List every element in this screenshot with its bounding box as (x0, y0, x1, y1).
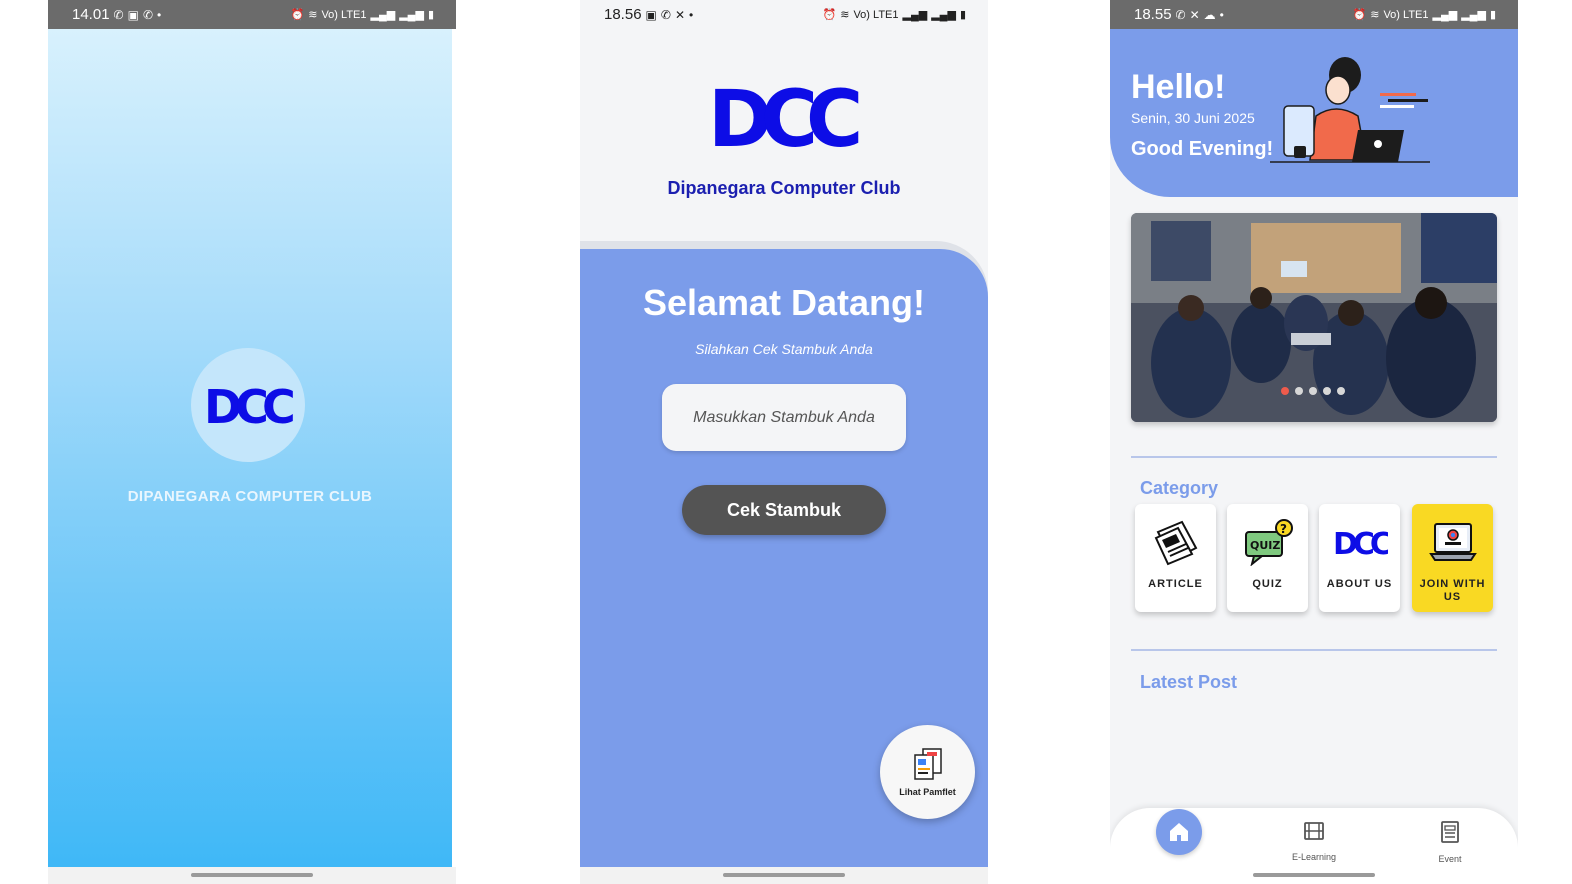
section-divider (1131, 649, 1497, 651)
pamphlet-icon (913, 748, 942, 780)
category-about-us[interactable]: DCC ABOUT US (1319, 504, 1400, 612)
category-label: JOIN WITH US (1419, 578, 1486, 603)
carousel-dot[interactable] (1323, 387, 1331, 395)
nav-home[interactable] (1156, 809, 1202, 855)
status-bar: 18.55 ✆ ✕ ☁ • ⏰ ≋ Vo) LTE1 ▂▄▆ ▂▄▆ ▮ (1110, 0, 1518, 29)
alarm-icon: ⏰ (822, 9, 837, 21)
status-bar: 18.56 ▣ ✆ ✕ • ⏰ ≋ Vo) LTE1 ▂▄▆ ▂▄▆ ▮ (580, 0, 988, 29)
status-bar: 14.01 ✆ ▣ ✆ • ⏰ ≋ Vo) LTE1 ▂▄▆ ▂▄▆ ▮ (48, 0, 456, 29)
battery-icon: ▮ (427, 9, 434, 21)
check-stambuk-button[interactable]: Cek Stambuk (682, 485, 886, 535)
dot-icon: • (689, 7, 694, 22)
category-label: ABOUT US (1326, 578, 1393, 590)
stambuk-input[interactable] (662, 384, 906, 451)
x-icon: ✕ (1189, 7, 1200, 22)
carousel-dot[interactable] (1309, 387, 1317, 395)
time-greeting: Good Evening! (1131, 138, 1274, 160)
whatsapp-icon: ✆ (1175, 7, 1186, 22)
dot-icon: • (1219, 7, 1224, 22)
home-icon (1170, 823, 1188, 841)
status-time: 18.56 (604, 6, 642, 23)
network-label: Vo) LTE1 (321, 8, 367, 21)
logo-text: DCC (708, 75, 859, 165)
photo-carousel[interactable] (1131, 213, 1497, 422)
nav-event[interactable]: Event (1410, 820, 1490, 864)
status-time: 18.55 (1134, 6, 1172, 23)
x-icon: ✕ (674, 7, 686, 22)
greeting-title: Hello! (1131, 68, 1226, 106)
signal-icon: ▂▄▆ (902, 9, 928, 21)
whatsapp-icon: ✆ (142, 7, 154, 22)
signal-icon: ▂▄▆ (399, 9, 424, 21)
welcome-subtitle: Silahkan Cek Stambuk Anda (695, 341, 873, 357)
svg-text:DCC: DCC (1333, 527, 1388, 562)
logo-badge: DCC (191, 348, 305, 462)
home-indicator[interactable] (191, 873, 313, 877)
quiz-icon: QUIZ ? (1244, 519, 1293, 566)
battery-icon: ▮ (959, 9, 966, 21)
club-name: Dipanegara Computer Club (667, 178, 901, 198)
category-title: Category (1140, 478, 1219, 498)
whatsapp-icon: ✆ (113, 7, 124, 22)
cloud-icon: ☁ (1203, 7, 1216, 22)
person-laptop-illustration (1270, 57, 1430, 163)
document-icon (1441, 821, 1459, 843)
gallery-icon: ▣ (645, 7, 657, 22)
home-indicator[interactable] (723, 873, 845, 877)
splash-screen: 14.01 ✆ ▣ ✆ • ⏰ ≋ Vo) LTE1 ▂▄▆ ▂▄▆ ▮ DCC… (48, 0, 456, 884)
status-time: 14.01 (72, 6, 110, 23)
latest-post-title: Latest Post (1140, 672, 1238, 692)
svg-text:QUIZ: QUIZ (1250, 539, 1280, 552)
nav-label: E-Learning (1291, 852, 1337, 862)
dot-icon: • (157, 7, 162, 22)
section-divider (1131, 456, 1497, 458)
dcc-logo: DCC (708, 75, 871, 165)
carousel-indicator (1281, 387, 1345, 395)
carousel-dot[interactable] (1295, 387, 1303, 395)
gallery-icon: ▣ (127, 7, 139, 22)
nav-e-learning[interactable]: E-Learning (1274, 820, 1354, 862)
view-pamphlet-button[interactable]: Lihat Pamflet (880, 725, 975, 819)
category-label: QUIZ (1252, 578, 1283, 590)
dcc-logo: DCC (204, 380, 294, 433)
category-article[interactable]: ARTICLE (1135, 504, 1216, 612)
wifi-icon: ≋ (308, 9, 318, 21)
alarm-icon: ⏰ (1352, 9, 1367, 21)
home-screen: 18.55 ✆ ✕ ☁ • ⏰ ≋ Vo) LTE1 ▂▄▆ ▂▄▆ ▮ Hel… (1110, 0, 1518, 884)
category-quiz[interactable]: QUIZ ? QUIZ (1227, 504, 1308, 612)
welcome-title: Selamat Datang! (642, 282, 926, 323)
fab-label: Lihat Pamflet (899, 787, 956, 797)
signal-icon: ▂▄▆ (1432, 9, 1458, 21)
signal-icon: ▂▄▆ (931, 9, 956, 21)
signal-icon: ▂▄▆ (370, 9, 396, 21)
category-label: ARTICLE (1148, 578, 1203, 590)
current-date: Senin, 30 Juni 2025 (1131, 110, 1255, 126)
nav-label: Event (1438, 854, 1462, 864)
network-label: Vo) LTE1 (853, 8, 899, 21)
whatsapp-icon: ✆ (660, 7, 671, 22)
signal-icon: ▂▄▆ (1461, 9, 1486, 21)
svg-text:?: ? (1280, 522, 1287, 536)
splash-caption: DIPANEGARA COMPUTER CLUB (127, 488, 373, 505)
carousel-dot[interactable] (1337, 387, 1345, 395)
alarm-icon: ⏰ (290, 9, 305, 21)
check-stambuk-screen: 18.56 ▣ ✆ ✕ • ⏰ ≋ Vo) LTE1 ▂▄▆ ▂▄▆ ▮ DCC… (580, 0, 988, 884)
logo-area: DCC (580, 70, 988, 171)
wifi-icon: ≋ (1370, 9, 1380, 21)
logo-text: DCC (204, 380, 293, 433)
dcc-logo-icon: DCC (1333, 527, 1388, 562)
category-join-with-us[interactable]: JOIN WITH US (1412, 504, 1493, 612)
film-icon (1304, 822, 1324, 840)
news-icon (1154, 520, 1197, 566)
carousel-dot[interactable] (1281, 387, 1289, 395)
battery-icon: ▮ (1489, 9, 1496, 21)
wifi-icon: ≋ (840, 9, 850, 21)
join-icon (1428, 523, 1477, 561)
network-label: Vo) LTE1 (1383, 8, 1429, 21)
home-indicator[interactable] (1253, 873, 1375, 877)
